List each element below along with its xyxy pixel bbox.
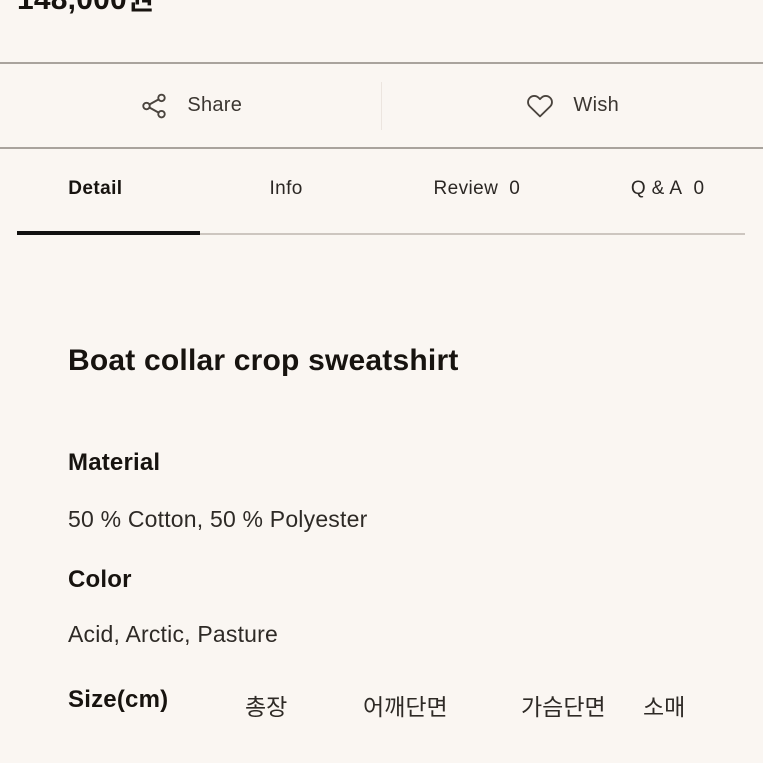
- size-column-header-total-length: 총장: [245, 694, 288, 720]
- wish-button[interactable]: Wish: [382, 64, 763, 147]
- tab-qna-label: Q & A: [630, 178, 683, 199]
- tab-detail-label: Detail: [68, 178, 123, 199]
- share-icon: [139, 91, 169, 121]
- size-table-label: Size(cm): [68, 686, 169, 713]
- tab-review-label: Review: [433, 178, 499, 199]
- tab-review[interactable]: Review 0: [382, 149, 573, 229]
- product-price: 148,000원: [17, 0, 155, 18]
- page-title: Boat collar crop sweatshirt: [68, 344, 459, 377]
- wish-button-content: Wish: [525, 91, 619, 121]
- size-column-header-chest-width: 가슴단면: [521, 694, 606, 720]
- tab-bar: Detail Info Review 0 Q & A 0: [0, 149, 763, 229]
- tab-qna-count: 0: [693, 178, 705, 199]
- wish-label: Wish: [573, 94, 620, 116]
- size-table-header-row: Size(cm) 총장 어깨단면 가슴단면 소매: [0, 686, 763, 734]
- tab-review-count: 0: [509, 178, 521, 199]
- color-heading: Color: [68, 566, 132, 593]
- size-column-header-shoulder-width: 어깨단면: [363, 694, 448, 720]
- tab-info-label: Info: [269, 178, 303, 199]
- tab-active-indicator: [17, 231, 200, 235]
- share-button[interactable]: Share: [0, 64, 382, 147]
- color-value: Acid, Arctic, Pasture: [68, 621, 278, 647]
- tab-qna[interactable]: Q & A 0: [572, 149, 763, 229]
- size-column-header-sleeve: 소매: [643, 694, 686, 720]
- action-bar-separator: [381, 82, 382, 130]
- price-strip: 148,000원: [0, 0, 763, 62]
- share-button-content: Share: [139, 91, 242, 121]
- share-label: Share: [187, 94, 243, 116]
- tab-detail[interactable]: Detail: [0, 149, 191, 229]
- material-value: 50 % Cotton, 50 % Polyester: [68, 506, 368, 532]
- material-heading: Material: [68, 449, 161, 476]
- heart-outline-icon: [525, 91, 555, 121]
- tab-info[interactable]: Info: [191, 149, 382, 229]
